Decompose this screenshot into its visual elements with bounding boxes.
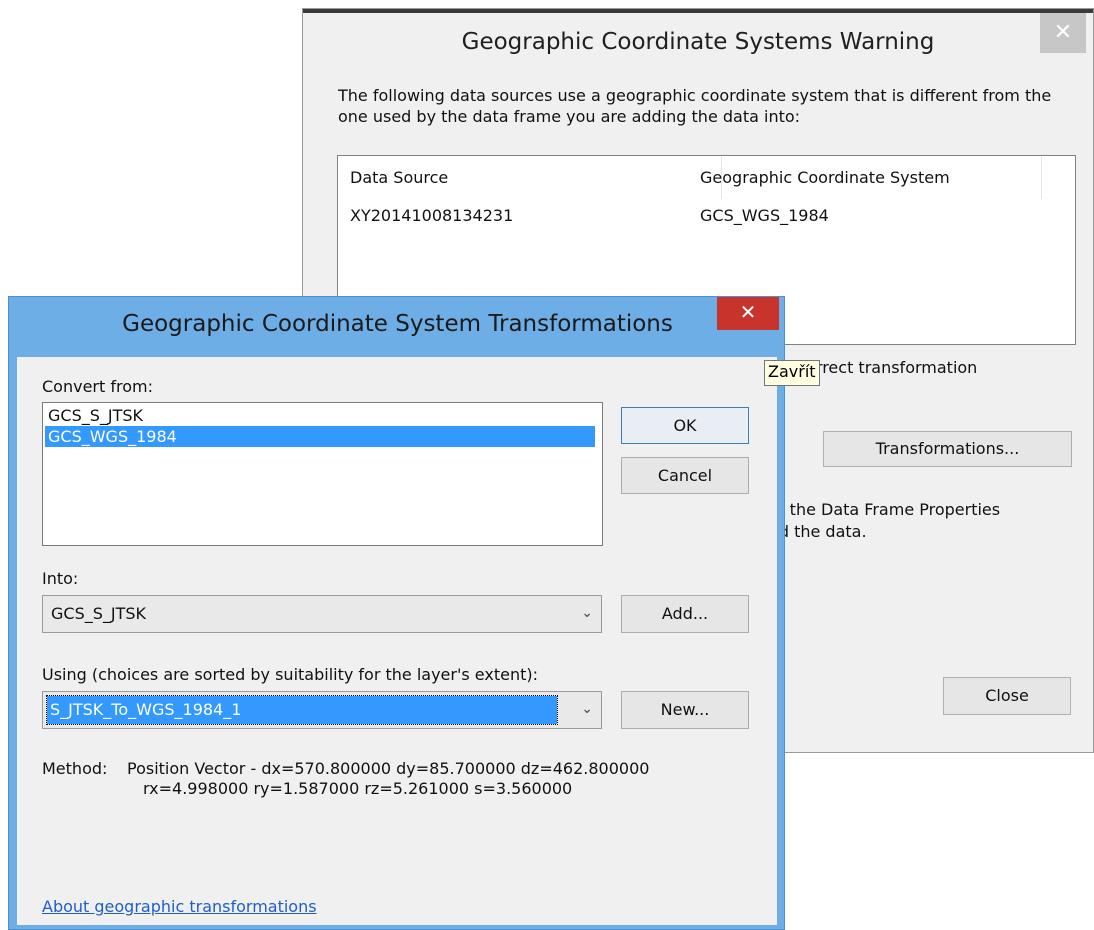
dialog-client-area: Convert from: GCS_S_JTSK GCS_WGS_1984 OK… <box>17 357 777 925</box>
using-dropdown-value: S_JTSK_To_WGS_1984_1 <box>46 695 558 725</box>
into-label: Into: <box>42 569 79 588</box>
warning-note-line-2: ed the data. <box>769 522 867 541</box>
close-button[interactable]: Close <box>943 677 1071 715</box>
transformations-button[interactable]: Transformations... <box>823 431 1072 467</box>
warning-note-text: m the Data Frame Properties ed the data. <box>769 499 1000 543</box>
transformations-dialog-title: Geographic Coordinate System Transformat… <box>122 311 673 337</box>
method-label: Method: <box>42 759 108 778</box>
into-dropdown-value: GCS_S_JTSK <box>51 604 147 623</box>
convert-from-label: Convert from: <box>42 377 153 396</box>
column-separator[interactable] <box>1041 156 1042 199</box>
dialog-close-icon[interactable]: ✕ <box>717 297 779 330</box>
convert-from-list[interactable]: GCS_S_JTSK GCS_WGS_1984 <box>42 402 603 546</box>
column-header-data-source[interactable]: Data Source <box>350 168 448 187</box>
transformations-dialog: Geographic Coordinate System Transformat… <box>8 296 785 930</box>
about-transformations-link[interactable]: About geographic transformations <box>42 897 317 916</box>
list-item-selected[interactable]: GCS_WGS_1984 <box>45 426 595 447</box>
warning-note-line-1: m the Data Frame Properties <box>769 500 1001 519</box>
chevron-down-icon[interactable]: ⌄ <box>581 701 593 717</box>
into-dropdown[interactable]: GCS_S_JTSK ⌄ <box>42 595 602 633</box>
method-parameters-line-1: Position Vector - dx=570.800000 dy=85.70… <box>127 759 650 778</box>
column-header-gcs[interactable]: Geographic Coordinate System <box>700 168 950 187</box>
warning-dialog-title: Geographic Coordinate Systems Warning <box>461 29 935 55</box>
chevron-down-icon[interactable]: ⌄ <box>581 605 593 621</box>
warning-close-icon[interactable]: ✕ <box>1040 13 1086 53</box>
list-item[interactable]: GCS_S_JTSK <box>45 405 595 426</box>
new-button[interactable]: New... <box>621 691 749 729</box>
method-parameters-line-2: rx=4.998000 ry=1.587000 rz=5.261000 s=3.… <box>143 779 573 798</box>
ok-button[interactable]: OK <box>621 407 749 444</box>
using-label: Using (choices are sorted by suitability… <box>42 665 538 684</box>
add-button[interactable]: Add... <box>621 595 749 633</box>
data-source-cell[interactable]: XY20141008134231 <box>350 206 513 225</box>
warning-message: The following data sources use a geograp… <box>338 86 1052 126</box>
using-dropdown[interactable]: S_JTSK_To_WGS_1984_1 ⌄ <box>42 691 602 729</box>
close-tooltip: Zavřít <box>764 360 820 386</box>
gcs-cell[interactable]: GCS_WGS_1984 <box>700 206 829 225</box>
cancel-button[interactable]: Cancel <box>621 457 749 494</box>
